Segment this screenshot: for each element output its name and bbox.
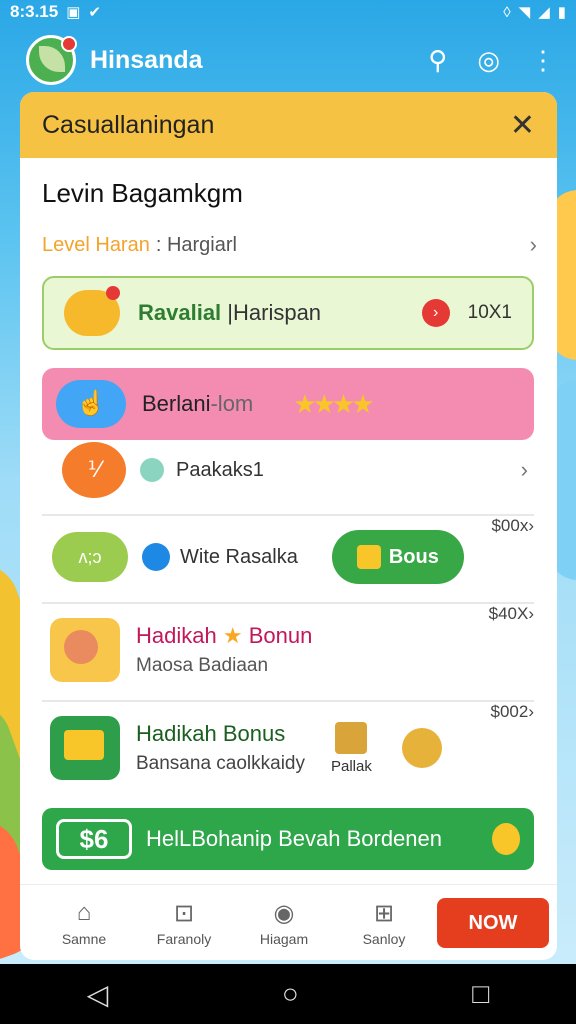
row-title-main: Ravalial [138,300,222,325]
dot-icon [140,458,164,482]
orange-badge-icon: ⅟ [62,442,126,498]
battery-icon: ▮ [557,4,566,21]
row-title: Paakaks1 [176,458,264,481]
chevron-right-icon: › [520,457,528,482]
gift-icon [356,545,381,569]
nav-label: Hiagam [259,930,309,947]
reward-amount: 10X1 [467,302,512,323]
app-logo[interactable] [26,35,77,85]
game-thumbnail [50,716,120,780]
main-card: Casuallaningan ✕ Levin Bagamkgm Level Ha… [20,92,557,960]
row-title-main: Berlani [142,391,211,416]
search-icon[interactable]: ⚲ [428,45,447,76]
list-item-hadikah-bonun[interactable]: Hadikah ★ Bonun Maosa Badiaan $40X› [42,604,534,690]
nav-item-game[interactable]: ◉ Hiagam [234,899,334,947]
row-title-rest: Bonun [248,623,313,648]
package-icon [335,721,368,754]
home-circle-icon[interactable]: ○ [282,978,299,1010]
bonus-button[interactable]: Bous [331,530,464,584]
nav-label: Samne [61,930,107,947]
chevron-right-icon: › [529,232,537,257]
status-time: 8:3.15 [10,2,59,21]
promo-text: HelLBohanip Bevah Bordenen [146,826,443,851]
row-subtitle: Maosa Badiaan [136,655,269,676]
blue-dot-icon [142,543,170,571]
nav-item-grid[interactable]: ⊞ Sanloy [334,899,434,947]
bonus-label: Bous [388,545,439,568]
list-item-paakaks[interactable]: ⅟ Paakaks1 › [42,438,534,502]
check-icon: ✔ [88,4,101,21]
star-rating: ★★★★ [293,388,374,419]
coins-icon [401,728,442,768]
lightbulb-icon [492,823,520,855]
screen: 8:3.15 ▣ ✔ ◊ ◥ ◢ ▮ Hinsanda ⚲ ◎ ⋮ Casual… [0,0,576,964]
card-header: Casuallaningan ✕ [20,92,557,158]
notification-icon: ▣ [66,4,81,21]
hand-icon: ☝ [56,380,126,428]
game-icon: ◉ [273,899,295,927]
divider [42,602,534,604]
level-label: Level Haran [42,233,150,256]
card-title: Casuallaningan [42,110,215,139]
row-title: Berlani-lom [142,391,253,417]
level-row[interactable]: Level Haran : Hargiarl › [42,232,537,258]
row-subtitle: Bansana caolkkaidy [136,753,305,774]
back-icon[interactable]: ◁ [87,978,109,1011]
now-button[interactable]: NOW [437,897,549,948]
close-icon[interactable]: ✕ [510,108,535,143]
row-title-rest: -lom [210,391,254,416]
list-item-hadikah-bonus[interactable]: Hadikah Bonus Bansana caolkkaidy Pallak … [42,702,534,788]
row-title: Wite Rasalka [180,545,298,568]
system-nav-bar: ◁ ○ □ [0,964,576,1024]
price-label: $40X› [488,604,534,623]
status-bar: 8:3.15 ▣ ✔ ◊ ◥ ◢ ▮ [0,0,576,24]
row-title: Ravalial |Harispan [138,300,321,326]
app-name: Hinsanda [90,45,203,74]
promo-banner[interactable]: $6 HelLBohanip Bevah Bordenen [42,808,534,870]
green-pill-icon: ʌ;ɔ [52,532,128,582]
price-label: $00x› [491,516,534,535]
row-title: Hadikah ★ Bonun [136,623,312,649]
nav-label: Sanloy [362,930,406,947]
package-label: Pallak [331,757,372,775]
smiley-icon [64,286,120,336]
app-bar: Hinsanda ⚲ ◎ ⋮ [0,28,576,92]
list-item-wite-rasalka[interactable]: ʌ;ɔ Wite Rasalka Bous $00x› [42,516,534,592]
row-title: Hadikah Bonus [136,721,286,746]
grid-icon: ⊞ [373,899,395,927]
status-icons: ◊ ◥ ◢ ▮ [503,3,566,22]
signal-icon: ◢ [538,4,550,21]
bag-icon: ⊡ [173,899,195,927]
divider [42,514,534,516]
divider [42,700,534,702]
wifi-icon: ◥ [518,4,531,21]
price-label: $002› [490,702,534,721]
level-value: : Hargiarl [155,233,237,256]
row-title-rest: |Harispan [221,300,322,325]
bottom-nav: ⌂ Samne ⊡ Faranoly ◉ Hiagam ⊞ Sanloy NOW [20,884,557,960]
recents-icon[interactable]: □ [472,978,489,1010]
vibrate-icon: ◊ [503,3,511,21]
more-menu-icon[interactable]: ⋮ [530,45,556,76]
home-icon: ⌂ [76,898,92,926]
reward-row-ravalial[interactable]: Ravalial |Harispan › 10X1 [42,276,534,350]
star-icon: ★ [222,623,243,648]
nav-item-bag[interactable]: ⊡ Faranoly [134,899,234,947]
package-item[interactable]: Pallak [331,721,372,775]
reward-row-berlani[interactable]: ☝ Berlani-lom ★★★★ [42,368,534,440]
character-thumbnail [50,618,120,682]
nav-item-home[interactable]: ⌂ Samne [34,899,134,947]
play-icon[interactable]: › [421,299,450,327]
section-title: Levin Bagamkgm [42,178,243,208]
cash-badge: $6 [56,819,132,859]
chat-icon[interactable]: ◎ [477,45,500,76]
row-title-main: Hadikah [136,623,217,648]
nav-label: Faranoly [156,930,212,947]
